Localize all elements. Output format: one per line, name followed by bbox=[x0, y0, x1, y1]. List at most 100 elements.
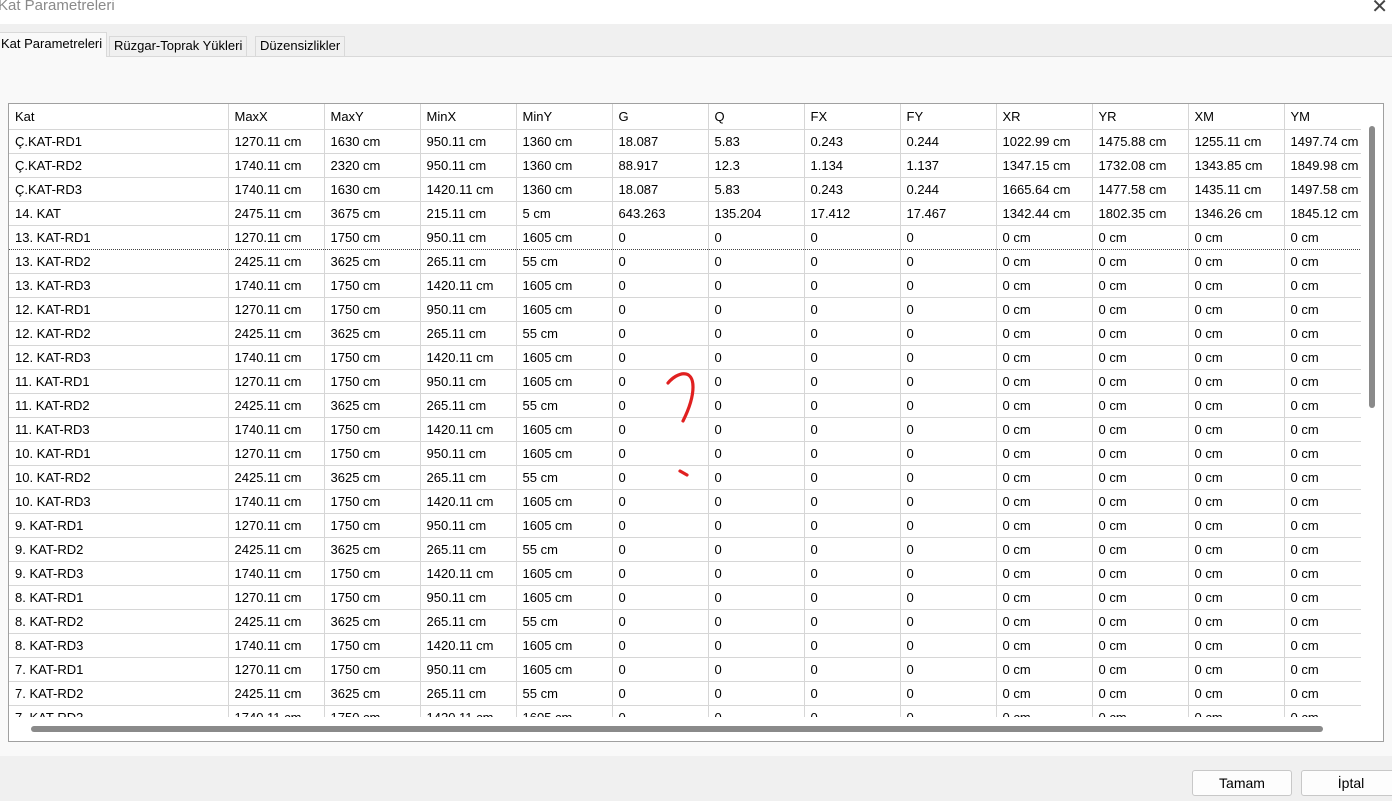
column-header-maxx[interactable]: MaxX bbox=[228, 104, 325, 130]
table-cell-maxy[interactable]: 1750 cm bbox=[324, 297, 421, 322]
table-cell-q[interactable]: 0 bbox=[708, 465, 805, 490]
table-cell-fy[interactable]: 0 bbox=[900, 417, 997, 442]
vertical-scrollbar[interactable] bbox=[1361, 104, 1383, 718]
table-row[interactable]: 10. KAT-RD1 1270.11 cm 1750 cm 950.11 cm 160… bbox=[9, 441, 1363, 466]
table-cell-kat[interactable]: 9. KAT-RD1 bbox=[9, 513, 229, 538]
table-cell-minx[interactable]: 215.11 cm bbox=[420, 201, 517, 226]
table-cell-ym[interactable]: 1497.58 cm bbox=[1284, 177, 1363, 202]
table-cell-maxx[interactable]: 1270.11 cm bbox=[228, 513, 325, 538]
table-cell-xr[interactable]: 0 cm bbox=[996, 513, 1093, 538]
table-cell-kat[interactable]: Ç.KAT-RD3 bbox=[9, 177, 229, 202]
table-cell-q[interactable]: 0 bbox=[708, 681, 805, 706]
table-cell-xr[interactable]: 1022.99 cm bbox=[996, 129, 1093, 154]
table-cell-xr[interactable]: 0 cm bbox=[996, 561, 1093, 586]
table-cell-minx[interactable]: 950.11 cm bbox=[420, 224, 517, 250]
table-cell-xm[interactable]: 0 cm bbox=[1188, 657, 1285, 682]
table-cell-minx[interactable]: 1420.11 cm bbox=[420, 417, 517, 442]
table-cell-xr[interactable]: 0 cm bbox=[996, 321, 1093, 346]
table-cell-yr[interactable]: 0 cm bbox=[1092, 321, 1189, 346]
table-cell-xm[interactable]: 0 cm bbox=[1188, 273, 1285, 298]
column-header-yr[interactable]: YR bbox=[1092, 104, 1189, 130]
ok-button[interactable]: Tamam bbox=[1192, 770, 1292, 796]
table-cell-maxy[interactable]: 1750 cm bbox=[324, 345, 421, 370]
table-row[interactable]: 10. KAT-RD2 2425.11 cm 3625 cm 265.11 cm 55 … bbox=[9, 465, 1363, 490]
table-cell-g[interactable]: 0 bbox=[612, 537, 709, 562]
table-cell-ym[interactable]: 0 cm bbox=[1284, 417, 1363, 442]
table-cell-maxx[interactable]: 1740.11 cm bbox=[228, 417, 325, 442]
table-cell-yr[interactable]: 1475.88 cm bbox=[1092, 129, 1189, 154]
table-cell-ym[interactable]: 1497.74 cm bbox=[1284, 129, 1363, 154]
vertical-scrollbar-thumb[interactable] bbox=[1369, 126, 1375, 408]
table-cell-maxx[interactable]: 1270.11 cm bbox=[228, 657, 325, 682]
table-cell-fx[interactable]: 0 bbox=[804, 537, 901, 562]
parameters-grid[interactable]: Kat MaxX MaxY MinX MinY G Q FX FY XR YR XM YM Ç.KAT-… bbox=[8, 103, 1384, 742]
table-cell-fx[interactable]: 0 bbox=[804, 441, 901, 466]
tab-kat-parametreleri[interactable]: Kat Parametreleri bbox=[0, 32, 108, 57]
table-cell-maxx[interactable]: 2425.11 cm bbox=[228, 681, 325, 706]
table-cell-kat[interactable]: 11. KAT-RD2 bbox=[9, 393, 229, 418]
table-cell-xr[interactable]: 1347.15 cm bbox=[996, 153, 1093, 178]
table-cell-fx[interactable]: 0 bbox=[804, 249, 901, 274]
table-cell-q[interactable]: 0 bbox=[708, 537, 805, 562]
table-cell-fy[interactable]: 0 bbox=[900, 297, 997, 322]
table-cell-q[interactable]: 0 bbox=[708, 441, 805, 466]
table-cell-maxy[interactable]: 1750 cm bbox=[324, 369, 421, 394]
table-cell-xr[interactable]: 1342.44 cm bbox=[996, 201, 1093, 226]
table-cell-minx[interactable]: 265.11 cm bbox=[420, 681, 517, 706]
table-cell-xm[interactable]: 0 cm bbox=[1188, 633, 1285, 658]
table-cell-q[interactable]: 0 bbox=[708, 345, 805, 370]
table-cell-yr[interactable]: 0 cm bbox=[1092, 681, 1189, 706]
table-cell-xm[interactable]: 0 cm bbox=[1188, 561, 1285, 586]
table-cell-maxx[interactable]: 1740.11 cm bbox=[228, 561, 325, 586]
table-cell-g[interactable]: 18.087 bbox=[612, 129, 709, 154]
table-cell-maxy[interactable]: 1750 cm bbox=[324, 273, 421, 298]
table-cell-minx[interactable]: 1420.11 cm bbox=[420, 273, 517, 298]
table-cell-ym[interactable]: 0 cm bbox=[1284, 224, 1363, 250]
table-cell-yr[interactable]: 0 cm bbox=[1092, 297, 1189, 322]
table-cell-g[interactable]: 0 bbox=[612, 417, 709, 442]
table-cell-fy[interactable]: 0 bbox=[900, 537, 997, 562]
column-header-ym[interactable]: YM bbox=[1284, 104, 1363, 130]
table-cell-fx[interactable]: 0 bbox=[804, 561, 901, 586]
table-cell-g[interactable]: 0 bbox=[612, 609, 709, 634]
table-cell-maxy[interactable]: 1750 cm bbox=[324, 441, 421, 466]
table-cell-yr[interactable]: 0 cm bbox=[1092, 537, 1189, 562]
table-cell-xm[interactable]: 0 cm bbox=[1188, 369, 1285, 394]
column-header-g[interactable]: G bbox=[612, 104, 709, 130]
table-cell-kat[interactable]: 12. KAT-RD1 bbox=[9, 297, 229, 322]
table-cell-maxx[interactable]: 1740.11 cm bbox=[228, 345, 325, 370]
table-cell-fy[interactable]: 1.137 bbox=[900, 153, 997, 178]
table-cell-kat[interactable]: 9. KAT-RD3 bbox=[9, 561, 229, 586]
table-cell-xm[interactable]: 0 cm bbox=[1188, 249, 1285, 274]
table-cell-fx[interactable]: 0 bbox=[804, 465, 901, 490]
table-cell-kat[interactable]: 7. KAT-RD1 bbox=[9, 657, 229, 682]
table-cell-xm[interactable]: 1346.26 cm bbox=[1188, 201, 1285, 226]
table-cell-ym[interactable]: 0 cm bbox=[1284, 489, 1363, 514]
table-cell-fy[interactable]: 0 bbox=[900, 249, 997, 274]
table-cell-q[interactable]: 0 bbox=[708, 417, 805, 442]
table-cell-maxy[interactable]: 3625 cm bbox=[324, 681, 421, 706]
table-cell-g[interactable]: 643.263 bbox=[612, 201, 709, 226]
table-cell-q[interactable]: 0 bbox=[708, 585, 805, 610]
table-row[interactable]: 7. KAT-RD2 2425.11 cm 3625 cm 265.11 cm 55 c… bbox=[9, 681, 1363, 706]
table-cell-miny[interactable]: 1605 cm bbox=[516, 585, 613, 610]
table-row[interactable]: 10. KAT-RD3 1740.11 cm 1750 cm 1420.11 cm 16… bbox=[9, 489, 1363, 514]
table-cell-fx[interactable]: 0 bbox=[804, 417, 901, 442]
table-cell-ym[interactable]: 0 cm bbox=[1284, 249, 1363, 274]
table-cell-yr[interactable]: 0 cm bbox=[1092, 441, 1189, 466]
table-cell-fy[interactable]: 0.244 bbox=[900, 177, 997, 202]
table-cell-yr[interactable]: 0 cm bbox=[1092, 633, 1189, 658]
column-header-kat[interactable]: Kat bbox=[9, 104, 229, 130]
column-header-maxy[interactable]: MaxY bbox=[324, 104, 421, 130]
table-cell-q[interactable]: 0 bbox=[708, 224, 805, 250]
table-cell-xm[interactable]: 0 cm bbox=[1188, 537, 1285, 562]
table-cell-maxx[interactable]: 2425.11 cm bbox=[228, 321, 325, 346]
table-cell-miny[interactable]: 55 cm bbox=[516, 537, 613, 562]
table-cell-miny[interactable]: 1605 cm bbox=[516, 345, 613, 370]
table-cell-ym[interactable]: 0 cm bbox=[1284, 393, 1363, 418]
table-cell-kat[interactable]: 10. KAT-RD3 bbox=[9, 489, 229, 514]
close-icon[interactable]: ✕ bbox=[1371, 0, 1388, 19]
table-row[interactable]: 7. KAT-RD1 1270.11 cm 1750 cm 950.11 cm 1605… bbox=[9, 657, 1363, 682]
table-cell-fx[interactable]: 0 bbox=[804, 321, 901, 346]
table-cell-g[interactable]: 0 bbox=[612, 393, 709, 418]
